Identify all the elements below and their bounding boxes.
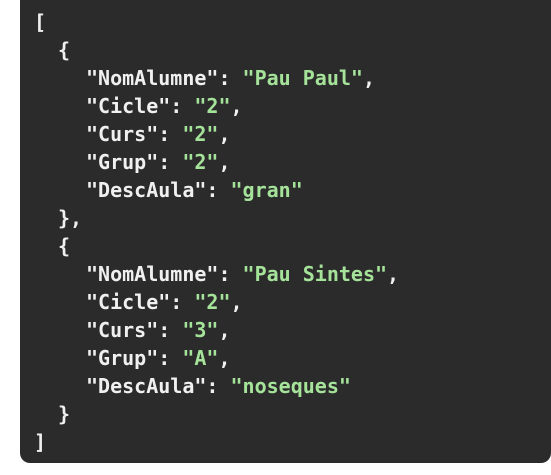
close-object-brace: },: [58, 206, 83, 230]
code-line: "NomAlumne": "Pau Sintes",: [86, 262, 400, 286]
json-value: "Pau Paul": [242, 66, 363, 90]
json-value: "2": [194, 94, 231, 118]
json-value: "A": [182, 346, 219, 370]
code-block: [{"NomAlumne": "Pau Paul", "Cicle": "2", "…: [20, 0, 551, 463]
json-key: "Curs": [86, 318, 159, 342]
code-line: "Curs": "3",: [86, 318, 231, 342]
code-line: "Cicle": "2",: [86, 94, 243, 118]
json-key: "DescAula": [86, 374, 207, 398]
code-line: "NomAlumne": "Pau Paul",: [86, 66, 376, 90]
json-key: "Grup": [86, 346, 159, 370]
json-key: "Grup": [86, 150, 159, 174]
json-key: "NomAlumne": [86, 262, 219, 286]
json-key: "NomAlumne": [86, 66, 219, 90]
json-value: "gran": [230, 178, 303, 202]
json-key: "DescAula": [86, 178, 207, 202]
json-key: "Cicle": [86, 290, 171, 314]
json-value: "Pau Sintes": [242, 262, 388, 286]
json-value: "2": [182, 150, 219, 174]
open-object-brace: {: [58, 234, 71, 258]
code-line: "DescAula": "noseques": [86, 374, 351, 398]
close-array-bracket: ]: [34, 430, 47, 454]
json-code: [{"NomAlumne": "Pau Paul", "Cicle": "2", "…: [34, 8, 551, 456]
json-value: "noseques": [230, 374, 351, 398]
open-object-brace: {: [58, 38, 71, 62]
code-line: "Grup": "A",: [86, 346, 231, 370]
code-line: "Cicle": "2",: [86, 290, 243, 314]
json-value: "3": [182, 318, 219, 342]
open-array-bracket: [: [34, 10, 47, 34]
close-object-brace: }: [58, 402, 71, 426]
json-value: "2": [182, 122, 219, 146]
code-line: "DescAula": "gran": [86, 178, 303, 202]
json-key: "Curs": [86, 122, 159, 146]
code-line: "Grup": "2",: [86, 150, 231, 174]
json-key: "Cicle": [86, 94, 171, 118]
code-line: "Curs": "2",: [86, 122, 231, 146]
json-value: "2": [194, 290, 231, 314]
